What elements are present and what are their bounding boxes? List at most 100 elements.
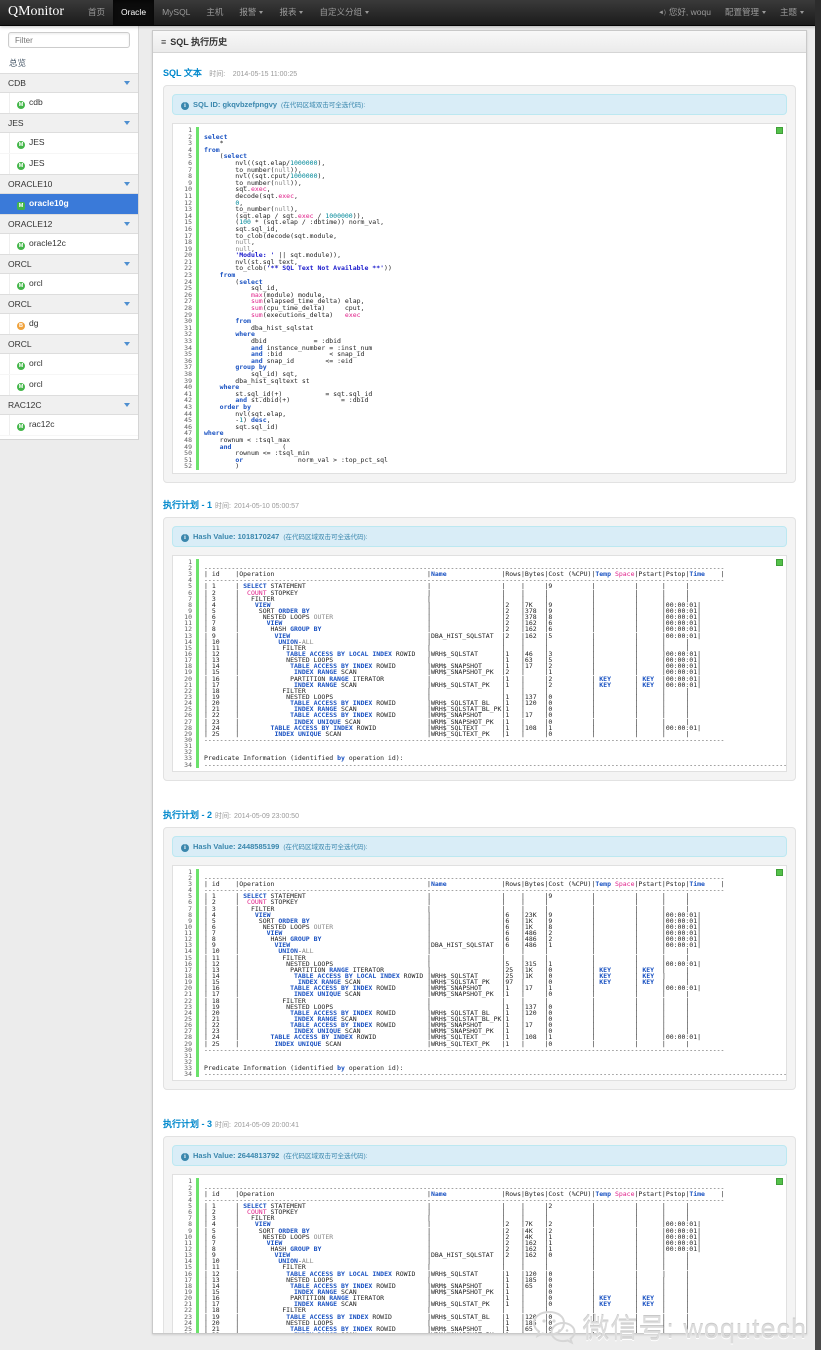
status-badge: M [17, 141, 25, 149]
timestamp: 2014-05-09 20:00:41 [233, 1122, 299, 1130]
code-text: ) [204, 462, 240, 471]
code-text: ----------------------------------------… [204, 760, 787, 769]
sidebar-item-orcl-6-1[interactable]: Morcl [0, 375, 138, 396]
sidebar-group-orcl-6[interactable]: ORCL [0, 334, 138, 354]
sidebar-item-label: oracle12c [29, 238, 66, 248]
main-panel: ≡ SQL 执行历史 SQL 文本 时间: 2014-05-15 11:00:25… [152, 30, 807, 1334]
nav-item-greeting[interactable]: ◄) 您好, woqu [651, 0, 718, 26]
nav-item-custom-group[interactable]: 自定义分组 [311, 0, 377, 25]
code-block[interactable]: 1 2 select 3 * 4 from 5 (select 6 nvl((sqt.elap… [172, 123, 787, 474]
sidebar-group-rac12c-7[interactable]: RAC12C [0, 395, 138, 415]
nav-item-report[interactable]: 报表 [271, 0, 311, 25]
nav-item-mysql[interactable]: MySQL [154, 0, 198, 25]
section-title: 执行计划 - 1 [163, 499, 213, 510]
sidebar-item-label: rac12c [29, 419, 55, 429]
chevron-down-icon[interactable] [124, 403, 130, 407]
sidebar-item-label: orcl [29, 379, 43, 389]
help-icon[interactable] [776, 1178, 783, 1186]
nav-item-host[interactable]: 主机 [198, 0, 231, 25]
line-number: 26 [175, 1332, 199, 1333]
sidebar-group-jes-1[interactable]: JES [0, 113, 138, 133]
help-icon[interactable] [776, 127, 783, 134]
group-label: RAC12C [8, 400, 42, 410]
sidebar-group-cdb-0[interactable]: CDB [0, 73, 138, 93]
db-tree: CDB Mcdb JES M JES M JES ORACLE10 Moracle10g ORAC… [0, 73, 138, 436]
help-icon[interactable] [776, 868, 783, 876]
chevron-down-icon[interactable] [124, 342, 130, 346]
nav-item-alarm[interactable]: 报警 [231, 0, 271, 25]
page-title: ≡ SQL 执行历史 [153, 31, 806, 53]
nav-right-menu: ◄) 您好, woqu 配置管理 主题 [651, 0, 811, 26]
nav-item-label: 主题 [779, 7, 797, 17]
sql-text-section-head: SQL 文本 时间: 2014-05-15 11:00:25 [163, 63, 796, 81]
caret-down-icon [259, 11, 264, 14]
code-line: 31 dba_hist_sqlstat [175, 325, 784, 332]
line-number: 5 [175, 153, 199, 160]
sidebar-item-orcl-6-0[interactable]: Morcl [0, 354, 138, 375]
caret-down-icon [364, 11, 369, 14]
sidebar-item-overview[interactable]: 总览 [0, 52, 138, 74]
chevron-down-icon[interactable] [124, 262, 130, 266]
watermark: 微信号: woqutech [532, 1307, 807, 1346]
sidebar-item-jes-1-1[interactable]: M JES [0, 154, 138, 175]
sidebar-group-orcl-4[interactable]: ORCL [0, 254, 138, 274]
sidebar-item-orcl-4-0[interactable]: Morcl [0, 274, 138, 295]
hash-value-alert: i Hash Value: 2644813792 (在代码区域双击可全选代码): [172, 1145, 787, 1167]
sidebar-item-label: dg [29, 318, 39, 328]
code-line: 51 or norm_val > :top_pct_sql [175, 456, 784, 464]
help-icon[interactable] [776, 558, 783, 566]
sidebar: 总览 CDB Mcdb JES M JES M JES ORACLE10 Moracle10g O… [0, 25, 139, 440]
filter-input[interactable] [8, 32, 130, 48]
chevron-down-icon[interactable] [124, 222, 130, 226]
nav-item-oracle[interactable]: Oracle [113, 0, 155, 25]
caret-down-icon [299, 11, 304, 14]
status-badge: M [17, 162, 25, 170]
nav-menu: 首页 Oracle MySQL 主机 报警 报表 自定义分组 [80, 0, 377, 25]
sidebar-group-oracle12-3[interactable]: ORACLE12 [0, 214, 138, 234]
time-label: 时间: [215, 502, 231, 510]
code-block[interactable]: 1 2 --------------------------------------… [172, 864, 787, 1082]
sidebar-item-jes-1-0[interactable]: M JES [0, 133, 138, 154]
scrollbar-thumb[interactable] [815, 0, 821, 390]
line-number: 6 [175, 160, 199, 167]
brand-logo[interactable]: QMonitor [0, 0, 80, 20]
chevron-down-icon[interactable] [124, 302, 130, 306]
nav-item-home[interactable]: 首页 [80, 0, 113, 25]
line-number: 3 [175, 140, 199, 147]
line-number: 4 [175, 147, 199, 154]
alert-note: (在代码区域双击可全选代码): [283, 533, 368, 541]
group-label: ORCL [8, 339, 32, 349]
plan-section-head-2: 执行计划 - 2 时间: 2014-05-09 23:00:50 [163, 805, 796, 823]
code-line: 52 ) [175, 463, 784, 470]
sidebar-item-dg-5-0[interactable]: Bdg [0, 314, 138, 335]
code-line: 22 to_clob('** SQL Text Not Available **… [175, 265, 784, 273]
sidebar-group-oracle10-2[interactable]: ORACLE10 [0, 174, 138, 194]
main-content: SQL 文本 时间: 2014-05-15 11:00:25 i SQL ID: … [153, 53, 806, 1333]
caret-down-icon [800, 11, 804, 14]
scrollbar[interactable] [815, 0, 821, 1350]
watermark-text: 微信号: woqutech [582, 1314, 807, 1344]
top-navbar: QMonitor 首页 Oracle MySQL 主机 报警 报表 自定义分组 ◄) 您好, … [0, 0, 821, 26]
chevron-down-icon[interactable] [124, 121, 130, 125]
sidebar-item-oracle12c-3-0[interactable]: Moracle12c [0, 234, 138, 255]
chevron-down-icon[interactable] [124, 182, 130, 186]
sidebar-group-orcl-5[interactable]: ORCL [0, 294, 138, 314]
chevron-down-icon[interactable] [124, 81, 130, 85]
timestamp: 2014-05-09 23:00:50 [233, 812, 299, 820]
plan-well-1: i Hash Value: 1018170247 (在代码区域双击可全选代码): 1 2… [163, 516, 796, 781]
code-block[interactable]: 1 2 --------------------------------------… [172, 554, 787, 772]
nav-item-label: Oracle [121, 7, 147, 17]
group-label: ORCL [8, 299, 32, 309]
filter-wrap [0, 25, 138, 52]
sidebar-item-oracle10g-2-0[interactable]: Moracle10g [0, 194, 138, 215]
sidebar-item-rac12c-7-0[interactable]: Mrac12c [0, 415, 138, 436]
nav-item-theme[interactable]: 主题 [773, 0, 811, 25]
sql-text-well: i SQL ID: gkqvbzefpngvy (在代码区域双击可全选代码): 12… [163, 85, 796, 483]
sidebar-item-cdb-0-0[interactable]: Mcdb [0, 93, 138, 114]
code-line: 30 --------------------------------------… [175, 1046, 784, 1053]
time-label: 时间: [209, 71, 226, 78]
nav-item-config-admin[interactable]: 配置管理 [718, 0, 773, 25]
code-line: 30 --------------------------------------… [175, 737, 784, 744]
alert-note: (在代码区域双击可全选代码): [281, 102, 366, 109]
nav-item-label: 首页 [88, 7, 106, 17]
